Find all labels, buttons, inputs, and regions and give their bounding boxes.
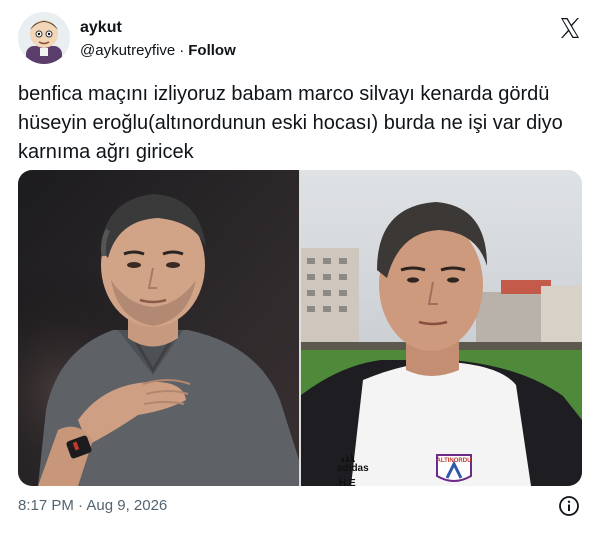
- info-icon[interactable]: [558, 495, 580, 517]
- tweet-header: aykut @aykutreyfive · Follow: [18, 12, 584, 66]
- separator-dot: ·: [179, 42, 185, 59]
- tweet-text: benfica maçını izliyoruz babam marco sil…: [18, 83, 563, 163]
- man-hand-on-chest-photo: [18, 170, 299, 486]
- photo-right[interactable]: adidas H.E ALTINORDU: [301, 170, 582, 486]
- x-logo-icon[interactable]: [558, 16, 582, 40]
- tweet-timestamp[interactable]: 8:17 PM · Aug 9, 2026: [18, 497, 167, 514]
- man-in-tracksuit-photo: adidas H.E ALTINORDU: [301, 170, 582, 486]
- cartoon-avatar-icon: [18, 12, 70, 64]
- shirt-initials-text: H.E: [339, 478, 356, 486]
- photo-left[interactable]: [18, 170, 299, 486]
- follow-button[interactable]: Follow: [188, 42, 236, 59]
- shirt-brand-text: adidas: [337, 463, 369, 474]
- tweet-footer: 8:17 PM · Aug 9, 2026: [18, 495, 584, 519]
- tweet-media[interactable]: adidas H.E ALTINORDU: [18, 170, 582, 486]
- author-meta: @aykutreyfive · Follow: [80, 42, 236, 59]
- display-name[interactable]: aykut: [80, 19, 122, 37]
- user-handle[interactable]: @aykutreyfive: [80, 42, 175, 59]
- avatar[interactable]: [18, 12, 70, 64]
